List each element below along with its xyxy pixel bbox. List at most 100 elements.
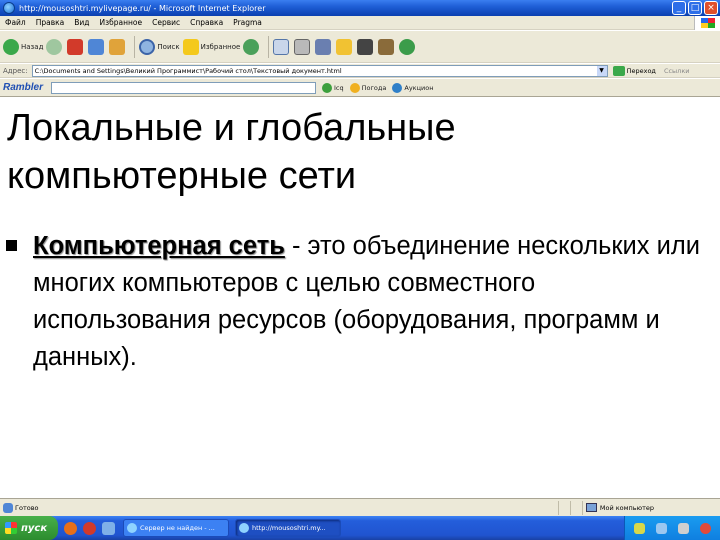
- refresh-button[interactable]: [88, 38, 106, 55]
- status-bar: Готово Мой компьютер: [0, 498, 720, 516]
- internet-explorer-icon: [127, 523, 137, 533]
- opera-icon[interactable]: [83, 521, 96, 535]
- start-button[interactable]: пуск: [0, 516, 58, 540]
- search-button[interactable]: Поиск: [139, 38, 180, 55]
- rambler-search-input[interactable]: [51, 81, 317, 94]
- maximize-button[interactable]: □: [688, 1, 702, 15]
- star-icon: [182, 38, 199, 55]
- address-label: Адрес:: [3, 66, 28, 75]
- rambler-weather-button[interactable]: Погода: [349, 82, 386, 93]
- page-title: Локальные и глобальные компьютерные сети: [7, 107, 456, 197]
- back-label: Назад: [21, 42, 44, 51]
- links-label[interactable]: Ссылки: [664, 67, 690, 75]
- people-icon: [357, 38, 374, 55]
- weather-icon: [349, 82, 360, 93]
- flower-icon: [322, 82, 333, 93]
- internet-explorer-icon: [239, 523, 249, 533]
- close-button[interactable]: ×: [704, 1, 718, 15]
- folder-icon: [336, 38, 353, 55]
- status-left: Готово: [0, 502, 558, 513]
- auction-icon: [392, 82, 403, 93]
- menu-pragma[interactable]: Pragma: [228, 18, 267, 27]
- menu-view[interactable]: Вид: [69, 18, 94, 27]
- network-icon[interactable]: [656, 522, 668, 534]
- firefox-icon[interactable]: [64, 521, 77, 535]
- antivirus-icon[interactable]: [699, 522, 711, 534]
- computer-icon: [585, 503, 597, 512]
- favorites-button[interactable]: Избранное: [182, 38, 241, 55]
- rambler-icq-button[interactable]: Icq: [322, 82, 344, 93]
- taskbar-item[interactable]: http://mousoshtri.my...: [235, 519, 341, 537]
- status-cell: [558, 500, 570, 515]
- page-icon: [3, 502, 13, 513]
- print-button[interactable]: [294, 38, 312, 55]
- menu-file[interactable]: Файл: [0, 18, 31, 27]
- discuss-button[interactable]: [336, 38, 354, 55]
- task-label: Сервер не найден - ...: [140, 524, 215, 532]
- internet-explorer-icon: [3, 2, 15, 14]
- zone-label: Мой компьютер: [599, 503, 655, 512]
- address-value: C:\Documents and Settings\Великий Програ…: [34, 66, 342, 75]
- rambler-toolbar: Rambler Icq Погода Аукцион: [0, 79, 720, 97]
- term-link[interactable]: Компьютерная сеть: [33, 232, 285, 260]
- menu-tools[interactable]: Сервис: [147, 18, 185, 27]
- stop-icon: [67, 38, 84, 55]
- rambler-logo[interactable]: Rambler: [3, 82, 43, 93]
- menu-bar: Файл Правка Вид Избранное Сервис Справка…: [0, 16, 720, 30]
- windows-flag-icon: [5, 522, 17, 534]
- toolbar-separator: [134, 35, 136, 58]
- security-zone: Мой компьютер: [581, 500, 720, 515]
- mail-icon: [273, 38, 290, 55]
- rambler-icq-label: Icq: [334, 83, 344, 92]
- windows-flag-icon: [694, 16, 720, 30]
- history-button[interactable]: [243, 38, 261, 55]
- rambler-auction-label: Аукцион: [404, 83, 434, 92]
- go-arrow-icon: [612, 65, 625, 76]
- edit-button[interactable]: [315, 38, 333, 55]
- definition-text: Компьютерная сеть - это объединение неск…: [33, 228, 713, 376]
- books-icon: [378, 38, 395, 55]
- go-button[interactable]: Переход: [612, 65, 656, 76]
- messenger-button[interactable]: [357, 38, 375, 55]
- history-icon: [243, 38, 260, 55]
- search-icon: [139, 38, 156, 55]
- window-title: http://mousoshtri.mylivepage.ru/ - Micro…: [19, 3, 266, 13]
- shield-icon[interactable]: [634, 522, 646, 534]
- rambler-auction-button[interactable]: Аукцион: [392, 82, 434, 93]
- status-text: Готово: [15, 503, 39, 512]
- research-button[interactable]: [378, 38, 396, 55]
- menu-edit[interactable]: Правка: [31, 18, 70, 27]
- quick-launch: [64, 521, 117, 535]
- forward-button[interactable]: [46, 38, 64, 55]
- mail-button[interactable]: [273, 38, 291, 55]
- status-cell: [570, 500, 582, 515]
- back-arrow-icon: [3, 38, 19, 55]
- desktop-icon[interactable]: [102, 521, 115, 535]
- home-button[interactable]: [109, 38, 127, 55]
- msn-button[interactable]: [399, 38, 417, 55]
- chevron-down-icon[interactable]: ▼: [596, 65, 607, 76]
- bullet-square-icon: [6, 240, 17, 251]
- back-button[interactable]: Назад: [3, 38, 44, 55]
- favorites-label: Избранное: [200, 42, 241, 51]
- page-content: Локальные и глобальные компьютерные сети…: [0, 98, 720, 498]
- start-label: пуск: [21, 522, 48, 534]
- search-label: Поиск: [157, 42, 180, 51]
- window-titlebar: http://mousoshtri.mylivepage.ru/ - Micro…: [0, 0, 720, 16]
- window-controls: _ □ ×: [672, 1, 718, 15]
- speaker-icon[interactable]: [677, 522, 689, 534]
- taskbar-item[interactable]: Сервер не найден - ...: [123, 519, 229, 537]
- taskbar: пуск Сервер не найден - ... http://mouso…: [0, 516, 720, 540]
- stop-button[interactable]: [67, 38, 85, 55]
- menu-help[interactable]: Справка: [185, 18, 228, 27]
- standard-toolbar: Назад Поиск Избранное: [0, 31, 720, 63]
- forward-arrow-icon: [46, 38, 63, 55]
- minimize-button[interactable]: _: [672, 1, 686, 15]
- list-item: Компьютерная сеть - это объединение неск…: [6, 228, 716, 376]
- refresh-icon: [88, 38, 105, 55]
- menu-favorites[interactable]: Избранное: [95, 18, 148, 27]
- edit-icon: [315, 38, 332, 55]
- address-input[interactable]: C:\Documents and Settings\Великий Програ…: [31, 64, 608, 77]
- system-tray: [624, 516, 720, 540]
- msn-icon: [399, 38, 416, 55]
